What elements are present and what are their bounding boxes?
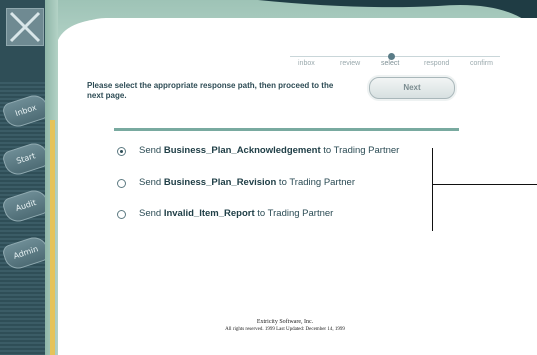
divider bbox=[114, 128, 459, 131]
instruction-text: Please select the appropriate response p… bbox=[87, 81, 334, 100]
option-label: Send Invalid_Item_Report to Trading Part… bbox=[139, 208, 334, 219]
progress-dot bbox=[388, 53, 395, 60]
close-icon[interactable] bbox=[6, 8, 44, 46]
step-inbox: inbox bbox=[298, 60, 315, 67]
progress-line bbox=[290, 56, 500, 57]
bracket-line-vertical bbox=[432, 148, 433, 231]
radio-button[interactable] bbox=[117, 147, 126, 156]
footer: Extricity Software, Inc. All rights rese… bbox=[160, 319, 410, 332]
radio-button[interactable] bbox=[117, 210, 126, 219]
footer-rights: All rights reserved. 1999 Last Updated: … bbox=[225, 327, 345, 332]
step-review: review bbox=[340, 60, 361, 67]
radio-button[interactable] bbox=[117, 179, 126, 188]
footer-company: Extricity Software, Inc. bbox=[256, 319, 314, 325]
step-select: select bbox=[381, 60, 400, 67]
accent-bar bbox=[50, 120, 55, 355]
progress-indicator: inbox review select respond confirm bbox=[290, 53, 510, 76]
option-label: Send Business_Plan_Revision to Trading P… bbox=[139, 177, 355, 188]
step-respond: respond bbox=[424, 60, 450, 67]
next-button[interactable]: Next bbox=[369, 77, 455, 99]
option-label: Send Business_Plan_Acknowledgement to Tr… bbox=[139, 145, 400, 156]
bracket-line-horizontal bbox=[432, 184, 537, 185]
step-confirm: confirm bbox=[470, 60, 493, 67]
